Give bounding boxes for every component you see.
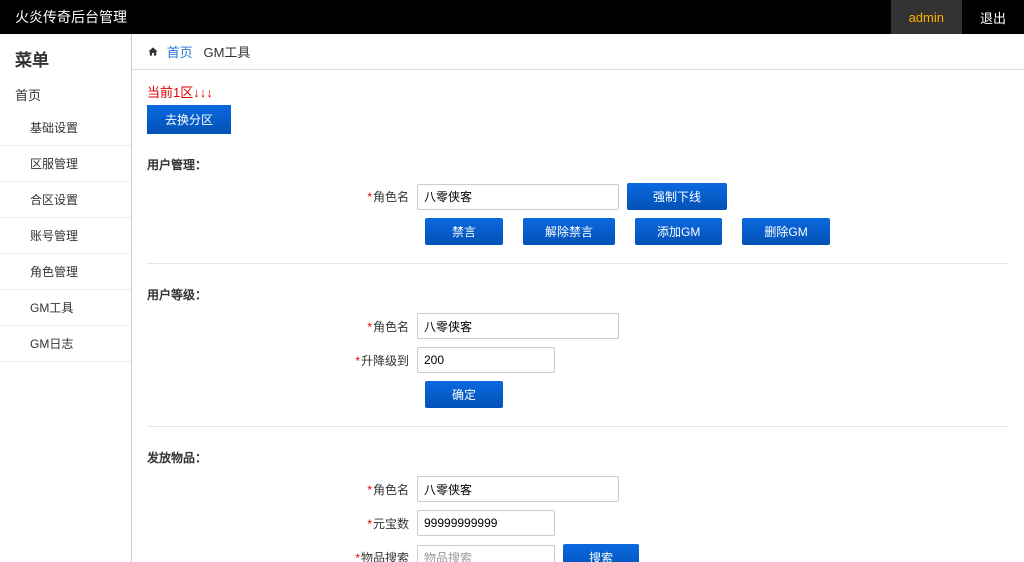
sidebar-item-zone[interactable]: 区服管理 xyxy=(0,146,131,182)
sidebar-item-basic[interactable]: 基础设置 xyxy=(0,110,131,146)
sidebar-heading: 菜单 xyxy=(0,42,131,79)
input-userlevel-level[interactable] xyxy=(417,347,555,373)
section-title-userlevel: 用户等级： xyxy=(147,282,1009,313)
breadcrumb-current: GM工具 xyxy=(203,45,250,60)
label-giveitem-gold: *元宝数 xyxy=(147,515,417,532)
input-usermgr-role[interactable] xyxy=(417,184,619,210)
section-title-usermgr: 用户管理： xyxy=(147,152,1009,183)
section-title-giveitem: 发放物品： xyxy=(147,445,1009,476)
confirm-level-button[interactable]: 确定 xyxy=(425,381,503,408)
current-zone-text: 当前1区↓↓↓ xyxy=(147,82,1009,101)
force-offline-button[interactable]: 强制下线 xyxy=(627,183,727,210)
logout-button[interactable]: 退出 xyxy=(962,0,1024,34)
label-userlevel-role: *角色名 xyxy=(147,318,417,335)
sidebar-item-role[interactable]: 角色管理 xyxy=(0,254,131,290)
input-userlevel-role[interactable] xyxy=(417,313,619,339)
top-bar: 火炎传奇后台管理 admin 退出 xyxy=(0,0,1024,34)
sidebar-item-account[interactable]: 账号管理 xyxy=(0,218,131,254)
input-giveitem-gold[interactable] xyxy=(417,510,555,536)
label-userlevel-level: *升降级到 xyxy=(147,352,417,369)
sidebar-home[interactable]: 首页 xyxy=(0,79,131,110)
switch-zone-button[interactable]: 去换分区 xyxy=(147,105,231,134)
breadcrumb-home-link[interactable]: 首页 xyxy=(167,45,193,60)
unmute-button[interactable]: 解除禁言 xyxy=(523,218,615,245)
input-giveitem-role[interactable] xyxy=(417,476,619,502)
section-give-item: 发放物品： *角色名 *元宝数 *物品搜索 搜索 *物品名称 xyxy=(147,445,1009,562)
add-gm-button[interactable]: 添加GM xyxy=(635,218,722,245)
app-title: 火炎传奇后台管理 xyxy=(15,7,891,27)
label-giveitem-role: *角色名 xyxy=(147,481,417,498)
user-menu[interactable]: admin xyxy=(891,0,962,34)
search-item-button[interactable]: 搜索 xyxy=(563,544,639,562)
breadcrumb: 首页 GM工具 xyxy=(132,34,1024,70)
mute-button[interactable]: 禁言 xyxy=(425,218,503,245)
sidebar-item-gmlog[interactable]: GM日志 xyxy=(0,326,131,362)
section-user-mgr: 用户管理： *角色名 强制下线 禁言 解除禁言 添加GM 删除GM xyxy=(147,152,1009,264)
home-icon xyxy=(147,45,163,60)
label-giveitem-search: *物品搜索 xyxy=(147,549,417,562)
input-giveitem-search[interactable] xyxy=(417,545,555,562)
section-user-level: 用户等级： *角色名 *升降级到 确定 xyxy=(147,282,1009,427)
label-usermgr-role: *角色名 xyxy=(147,188,417,205)
remove-gm-button[interactable]: 删除GM xyxy=(742,218,829,245)
sidebar-item-gmtool[interactable]: GM工具 xyxy=(0,290,131,326)
sidebar-item-merge[interactable]: 合区设置 xyxy=(0,182,131,218)
main-content: 首页 GM工具 当前1区↓↓↓ 去换分区 用户管理： *角色名 强制下线 禁言 … xyxy=(132,34,1024,562)
sidebar: 菜单 首页 基础设置 区服管理 合区设置 账号管理 角色管理 GM工具 GM日志 xyxy=(0,34,132,562)
